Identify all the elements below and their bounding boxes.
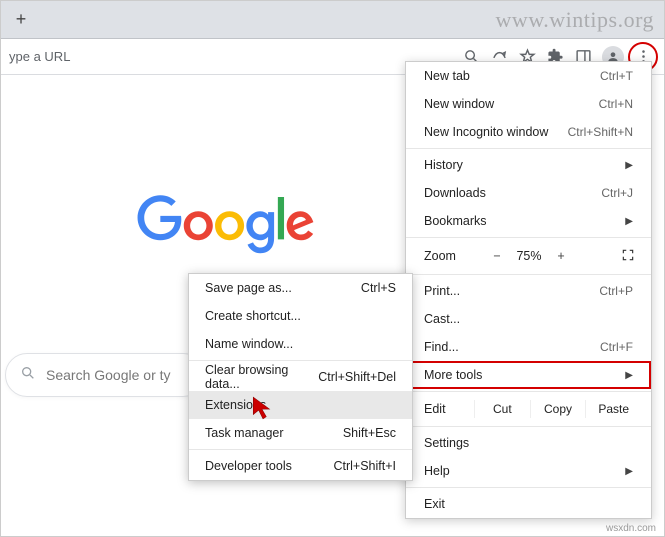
search-icon: [20, 365, 36, 386]
menu-separator: [406, 487, 651, 488]
new-tab-button[interactable]: +: [7, 6, 35, 34]
zoom-out-button[interactable]: −: [484, 249, 510, 263]
menu-new-window[interactable]: New windowCtrl+N: [406, 90, 651, 118]
submenu-clear-data[interactable]: Clear browsing data...Ctrl+Shift+Del: [189, 363, 412, 391]
zoom-value: 75%: [510, 249, 548, 263]
submenu-separator: [189, 360, 412, 361]
menu-cast[interactable]: Cast...: [406, 305, 651, 333]
tab-strip: +: [1, 1, 664, 39]
menu-edit-row: Edit Cut Copy Paste: [406, 394, 651, 424]
chrome-menu: New tabCtrl+T New windowCtrl+N New Incog…: [405, 61, 652, 519]
menu-zoom: Zoom − 75% +: [406, 240, 651, 272]
plus-icon: +: [16, 9, 27, 30]
submenu-extensions[interactable]: Extensions: [189, 391, 412, 419]
submenu-task-manager[interactable]: Task managerShift+Esc: [189, 419, 412, 447]
submenu-save-page[interactable]: Save page as...Ctrl+S: [189, 274, 412, 302]
more-tools-submenu: Save page as...Ctrl+S Create shortcut...…: [188, 273, 413, 481]
menu-separator: [406, 237, 651, 238]
footer-mark: wsxdn.com: [606, 523, 656, 534]
edit-cut[interactable]: Cut: [474, 400, 530, 418]
menu-separator: [406, 391, 651, 392]
submenu-name-window[interactable]: Name window...: [189, 330, 412, 358]
google-logo: [136, 195, 316, 260]
menu-separator: [406, 148, 651, 149]
menu-new-incognito[interactable]: New Incognito windowCtrl+Shift+N: [406, 118, 651, 146]
submenu-arrow-icon: ▶: [625, 370, 633, 381]
fullscreen-icon[interactable]: [617, 248, 639, 265]
menu-print[interactable]: Print...Ctrl+P: [406, 277, 651, 305]
menu-separator: [406, 274, 651, 275]
submenu-create-shortcut[interactable]: Create shortcut...: [189, 302, 412, 330]
menu-settings[interactable]: Settings: [406, 429, 651, 457]
menu-more-tools[interactable]: More tools▶: [406, 361, 651, 389]
menu-find[interactable]: Find...Ctrl+F: [406, 333, 651, 361]
zoom-in-button[interactable]: +: [548, 249, 574, 263]
menu-exit[interactable]: Exit: [406, 490, 651, 518]
search-box[interactable]: Search Google or ty: [5, 353, 205, 397]
omnibox-placeholder[interactable]: ype a URL: [7, 49, 70, 64]
menu-separator: [406, 426, 651, 427]
submenu-arrow-icon: ▶: [625, 216, 633, 227]
search-placeholder: Search Google or ty: [46, 367, 171, 383]
submenu-arrow-icon: ▶: [625, 466, 633, 477]
submenu-arrow-icon: ▶: [625, 160, 633, 171]
submenu-dev-tools[interactable]: Developer toolsCtrl+Shift+I: [189, 452, 412, 480]
menu-new-tab[interactable]: New tabCtrl+T: [406, 62, 651, 90]
submenu-separator: [189, 449, 412, 450]
edit-paste[interactable]: Paste: [585, 400, 641, 418]
menu-history[interactable]: History▶: [406, 151, 651, 179]
menu-bookmarks[interactable]: Bookmarks▶: [406, 207, 651, 235]
edit-copy[interactable]: Copy: [530, 400, 586, 418]
menu-help[interactable]: Help▶: [406, 457, 651, 485]
menu-downloads[interactable]: DownloadsCtrl+J: [406, 179, 651, 207]
